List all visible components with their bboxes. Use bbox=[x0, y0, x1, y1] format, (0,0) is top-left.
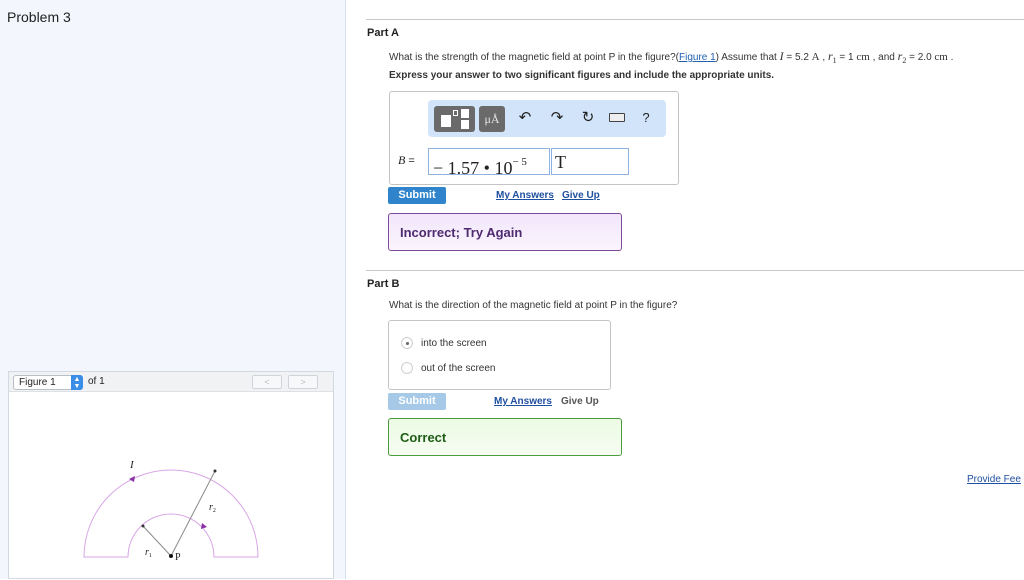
choice-label: out of the screen bbox=[421, 363, 496, 374]
part-b-divider bbox=[366, 270, 1024, 271]
r2-endpoint bbox=[213, 469, 217, 473]
part-b-feedback: Correct bbox=[388, 418, 622, 456]
figure-select[interactable]: Figure 1 ▲ ▼ bbox=[13, 375, 83, 390]
figure-panel: Figure 1 ▲ ▼ of 1 < > I r1 r2 P bbox=[8, 371, 334, 579]
choice-label: into the screen bbox=[421, 338, 487, 349]
radius-r2-line bbox=[170, 470, 216, 557]
math-toolbar: μÅ ↶ ↷ ↻ ? bbox=[428, 100, 666, 137]
unit-r2: cm bbox=[934, 51, 948, 63]
templates-button[interactable] bbox=[434, 106, 475, 132]
question-text: What is the strength of the magnetic fie… bbox=[389, 52, 679, 63]
separator: , and bbox=[869, 52, 898, 63]
keyboard-icon[interactable] bbox=[609, 113, 625, 122]
part-a-my-answers-link[interactable]: My Answers bbox=[496, 190, 554, 201]
answer-editor: μÅ ↶ ↷ ↻ ? B = − 1.57 • 10− 5 T bbox=[389, 91, 679, 185]
radio-selected[interactable] bbox=[401, 337, 413, 349]
figure-1-link[interactable]: Figure 1 bbox=[679, 52, 716, 63]
part-b-my-answers-link[interactable]: My Answers bbox=[494, 396, 552, 407]
current-arrow-outer bbox=[129, 476, 135, 482]
part-a-divider bbox=[366, 19, 1024, 20]
part-a-feedback: Incorrect; Try Again bbox=[388, 213, 622, 251]
provide-feedback-link[interactable]: Provide Fee bbox=[967, 474, 1021, 485]
figure-diagram: I r1 r2 P bbox=[83, 459, 259, 563]
r1-endpoint bbox=[141, 524, 145, 528]
part-a-title: Part A bbox=[367, 27, 399, 39]
part-a-instruction: Express your answer to two significant f… bbox=[389, 70, 775, 81]
current-label: I bbox=[129, 459, 135, 471]
part-a-submit-button[interactable]: Submit bbox=[388, 187, 446, 204]
question-text-mid: ) Assume that bbox=[715, 52, 780, 63]
redo-icon[interactable]: ↷ bbox=[548, 109, 566, 127]
select-arrows-icon: ▲ ▼ bbox=[71, 375, 83, 390]
part-b-give-up-label: Give Up bbox=[561, 396, 599, 407]
val-r1: = 1 bbox=[836, 52, 857, 63]
separator: , bbox=[819, 52, 828, 63]
point-p-label: P bbox=[175, 552, 181, 563]
answer-exponent: − 5 bbox=[512, 156, 527, 168]
part-a-give-up-link[interactable]: Give Up bbox=[562, 190, 600, 201]
figure-select-value: Figure 1 bbox=[19, 377, 56, 388]
equals-sign: = bbox=[405, 155, 415, 167]
val-r2: = 2.0 bbox=[906, 52, 935, 63]
answer-variable-label: B = bbox=[398, 153, 415, 168]
part-b-question: What is the direction of the magnetic fi… bbox=[389, 300, 678, 311]
figure-toolbar: Figure 1 ▲ ▼ of 1 < > bbox=[9, 372, 333, 392]
figure-count: of 1 bbox=[88, 376, 105, 387]
point-p-dot bbox=[169, 554, 173, 558]
answer-unit-input[interactable]: T bbox=[551, 148, 629, 175]
unit-r1: cm bbox=[856, 51, 870, 63]
answer-value: − 1.57 • 10 bbox=[433, 158, 513, 178]
problem-title: Problem 3 bbox=[7, 9, 71, 25]
chevron-left-icon: < bbox=[264, 377, 270, 387]
radio-unselected[interactable] bbox=[401, 362, 413, 374]
undo-icon[interactable]: ↶ bbox=[516, 109, 534, 127]
r2-label: r2 bbox=[209, 502, 216, 514]
choice-list: into the screen out of the screen bbox=[388, 320, 611, 390]
reset-icon[interactable]: ↻ bbox=[579, 109, 597, 127]
part-b-title: Part B bbox=[367, 278, 400, 290]
answer-value-input[interactable]: − 1.57 • 10− 5 bbox=[428, 148, 550, 178]
val-current: = 5.2 bbox=[783, 52, 812, 63]
unit-current: A bbox=[811, 51, 820, 63]
help-button[interactable]: ? bbox=[637, 109, 655, 127]
part-a-question: What is the strength of the magnetic fie… bbox=[389, 49, 953, 65]
part-b-submit-button[interactable]: Submit bbox=[388, 393, 446, 410]
current-loop bbox=[83, 469, 259, 558]
r1-label: r1 bbox=[145, 547, 152, 559]
problem-pane: Problem 3 Figure 1 ▲ ▼ of 1 < > I r1 r2 … bbox=[0, 0, 346, 579]
question-end: . bbox=[947, 52, 954, 63]
next-figure-button[interactable]: > bbox=[288, 375, 318, 389]
units-button[interactable]: μÅ bbox=[479, 106, 505, 132]
chevron-right-icon: > bbox=[300, 377, 306, 387]
previous-figure-button[interactable]: < bbox=[252, 375, 282, 389]
current-arrow-inner bbox=[201, 523, 207, 529]
